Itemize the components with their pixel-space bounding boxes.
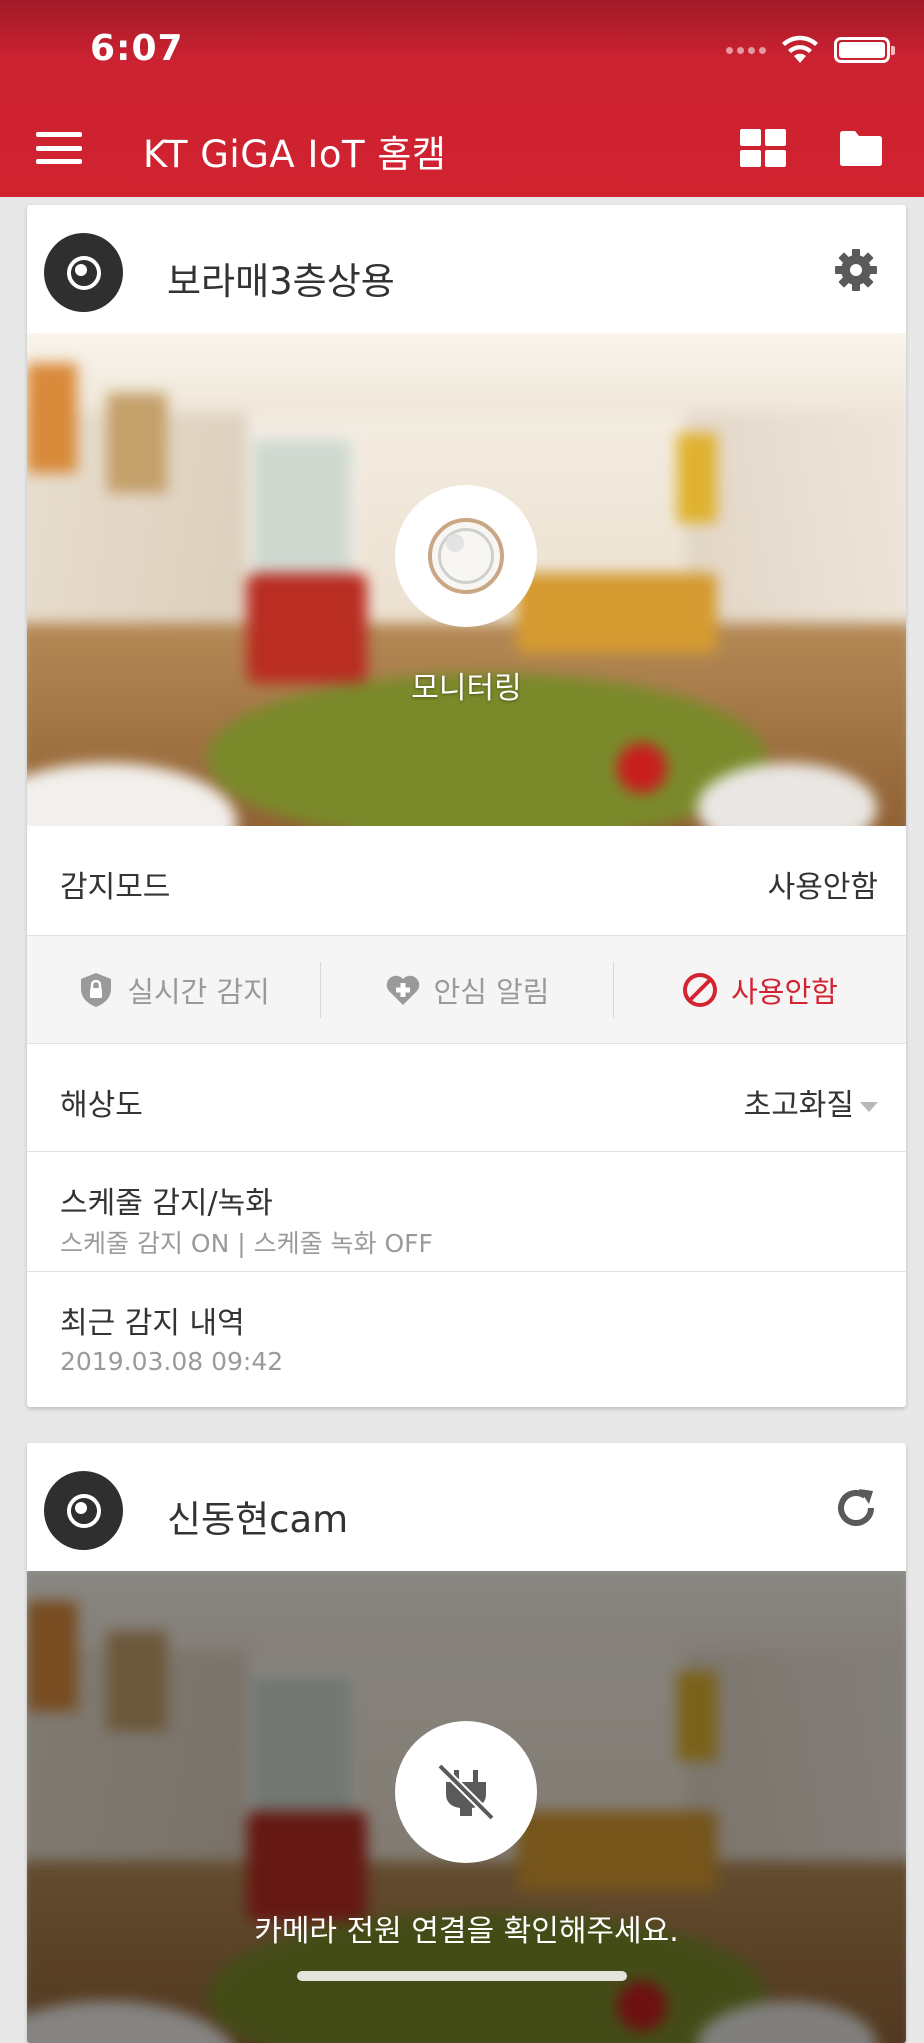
resolution-value: 초고화질 (743, 1088, 854, 1123)
heart-plus-icon (386, 975, 419, 1005)
camera-card-header: 신동현cam (27, 1443, 906, 1571)
monitoring-button[interactable] (395, 485, 537, 627)
detect-mode-selector: 실시간 감지 안심 알림 사용안함 (27, 936, 906, 1044)
camera-avatar[interactable] (44, 233, 123, 312)
shield-lock-icon (81, 972, 112, 1007)
resolution-label: 해상도 (60, 1088, 143, 1123)
camera-preview[interactable]: 모니터링 (27, 333, 906, 826)
resolution-row[interactable]: 해상도 초고화질 (27, 1044, 906, 1152)
mode-realtime-label: 실시간 감지 (127, 974, 270, 1009)
schedule-label: 스케줄 감지/녹화 (60, 1186, 273, 1221)
chevron-down-icon (860, 1101, 878, 1112)
wifi-icon (782, 35, 818, 63)
app-title: KT GiGA IoT 홈캠 (143, 133, 447, 176)
status-icons (726, 32, 895, 68)
gear-icon[interactable] (833, 247, 879, 293)
folder-button[interactable] (838, 128, 884, 168)
mode-safe-alert-button[interactable]: 안심 알림 (320, 936, 613, 1043)
schedule-status: 스케줄 감지 ON | 스케줄 녹화 OFF (60, 1229, 433, 1258)
camera-name[interactable]: 신동현cam (167, 1489, 348, 1543)
battery-icon (834, 37, 895, 63)
refresh-icon[interactable] (833, 1485, 879, 1531)
recent-detection-row[interactable]: 최근 감지 내역 2019.03.08 09:42 (27, 1272, 906, 1400)
signal-icon (726, 46, 766, 54)
mode-off-label: 사용안함 (731, 974, 838, 1009)
camera-lens-icon (428, 518, 504, 594)
detect-mode-row: 감지모드 사용안함 (27, 826, 906, 936)
camera-card-header: 보라매3층상용 (27, 205, 906, 333)
home-indicator (297, 1971, 627, 1981)
eye-icon (66, 255, 101, 290)
detect-mode-value: 사용안함 (767, 870, 878, 905)
app-bar: 6:07 KT GiGA IoT 홈캠 (0, 0, 924, 197)
camera-avatar[interactable] (44, 1471, 123, 1550)
power-disconnected-indicator (395, 1721, 537, 1863)
recent-detection-label: 최근 감지 내역 (60, 1306, 245, 1341)
recent-detection-time: 2019.03.08 09:42 (60, 1347, 284, 1376)
monitoring-label: 모니터링 (411, 671, 522, 706)
unplugged-icon (437, 1763, 495, 1821)
camera-card: 보라매3층상용 모니터링 감지모드 사용안함 실시간 감지 안심 알림 사용안함… (27, 205, 906, 1407)
grid-view-button[interactable] (740, 129, 786, 167)
detect-mode-label: 감지모드 (60, 870, 171, 905)
schedule-row[interactable]: 스케줄 감지/녹화 스케줄 감지 ON | 스케줄 녹화 OFF (27, 1152, 906, 1272)
offline-message: 카메라 전원 연결을 확인해주세요. (254, 1914, 679, 1949)
eye-icon (66, 1493, 101, 1528)
camera-name[interactable]: 보라매3층상용 (167, 251, 395, 305)
menu-button[interactable] (36, 128, 82, 168)
prohibited-icon (683, 972, 718, 1007)
status-time: 6:07 (90, 28, 184, 69)
resolution-dropdown[interactable]: 초고화질 (744, 1080, 878, 1124)
mode-safe-alert-label: 안심 알림 (433, 974, 550, 1009)
mode-realtime-button[interactable]: 실시간 감지 (27, 936, 320, 1043)
mode-off-button[interactable]: 사용안함 (613, 936, 906, 1043)
camera-card: 신동현cam 카메라 전원 연결을 확인해주세요. (27, 1443, 906, 2043)
